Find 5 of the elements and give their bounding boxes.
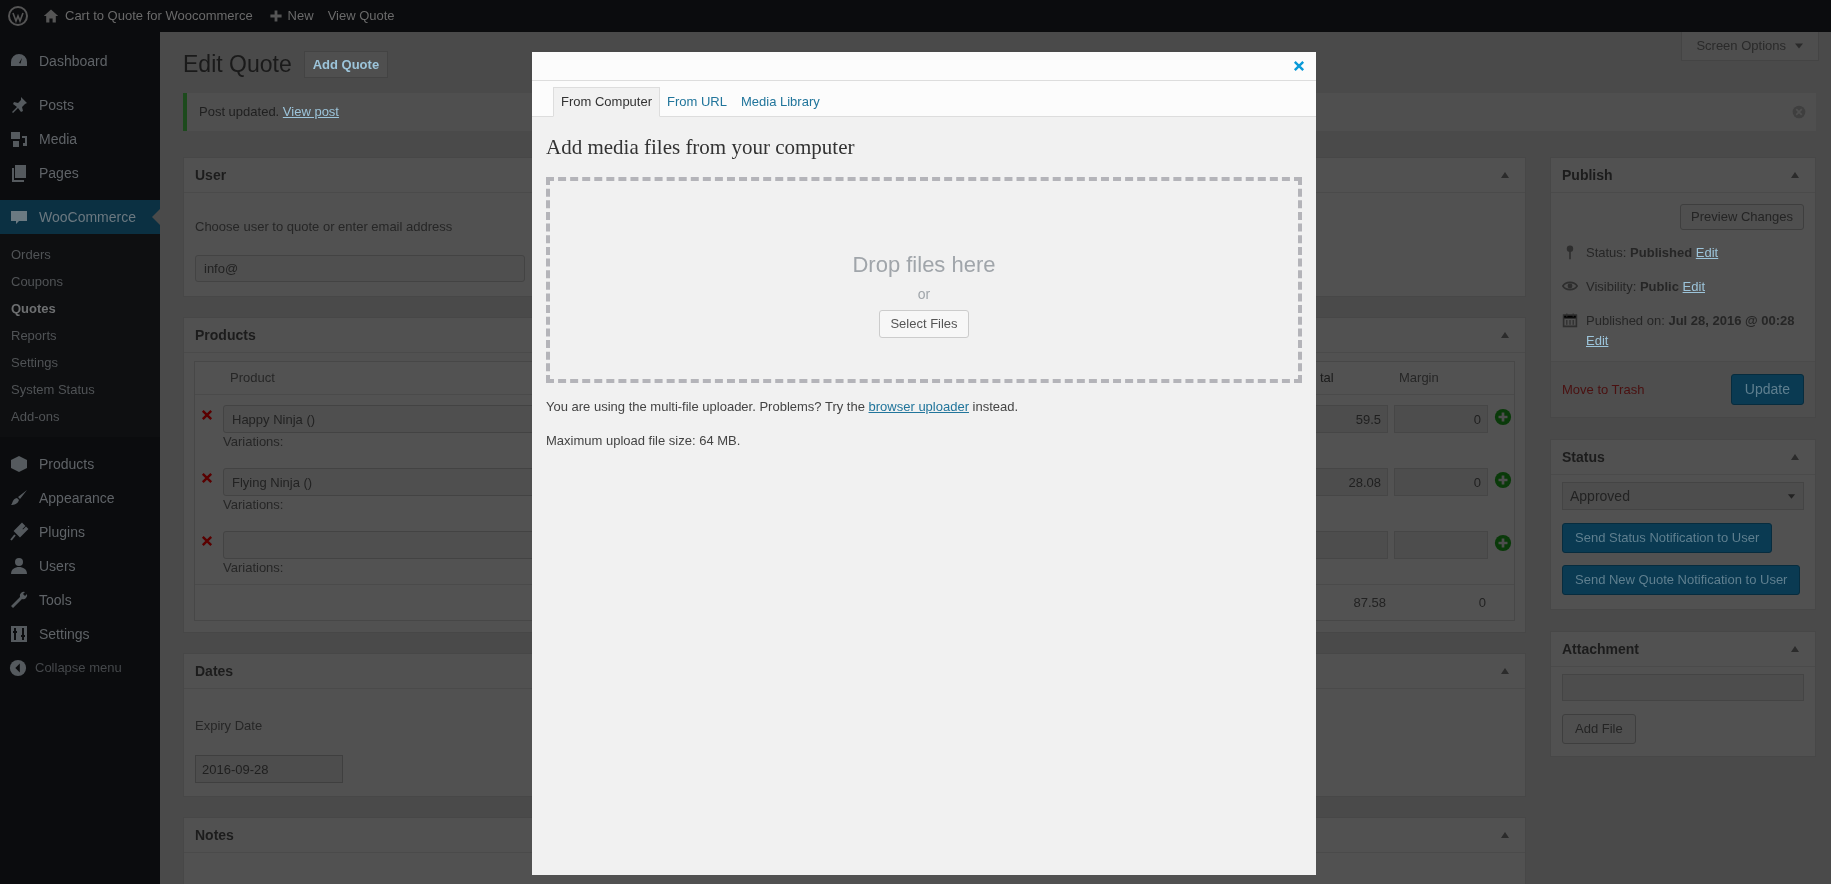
drop-zone-text: Drop files here bbox=[852, 252, 996, 278]
column-header: tal bbox=[1319, 369, 1335, 388]
dialog-heading: Add media files from your computer bbox=[546, 134, 856, 160]
or-text: or bbox=[917, 285, 931, 304]
max-upload-size-text: Maximum upload file size: 64 MB. bbox=[546, 431, 742, 450]
